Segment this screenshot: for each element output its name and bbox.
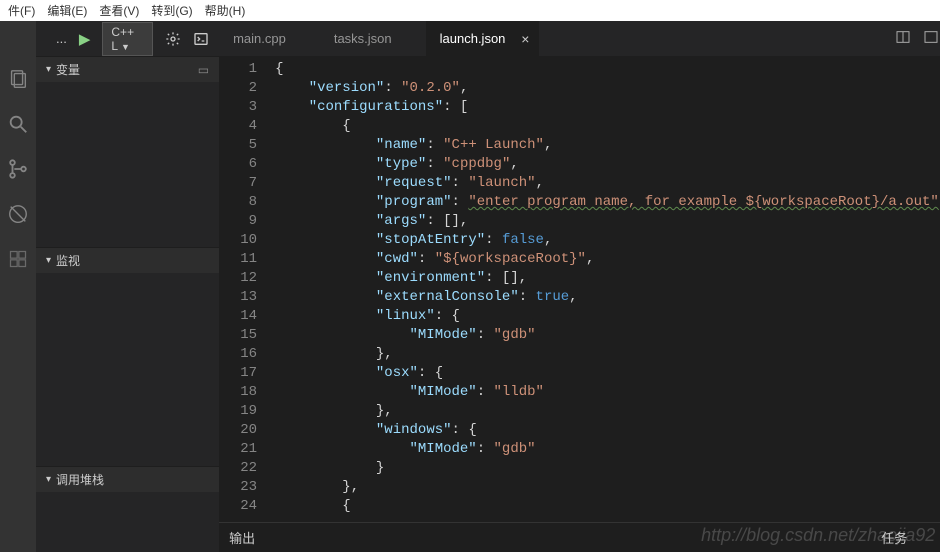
collapse-icon[interactable]: ▭ [198,63,209,77]
menu-go[interactable]: 转到(G) [145,2,198,19]
close-icon[interactable]: × [521,31,529,47]
code-content[interactable]: { "version": "0.2.0", "configurations": … [271,56,940,522]
activity-bar [0,21,36,552]
chevron-down-icon: ▾ [46,64,51,75]
output-tab[interactable]: 输出 [229,528,255,547]
start-debug-icon[interactable]: ▶ [79,30,91,48]
menu-view[interactable]: 查看(V) [93,2,145,19]
chevron-down-icon: ▾ [46,474,51,485]
variables-section-header[interactable]: ▾ 变量 ▭ [36,56,219,82]
search-icon[interactable] [0,101,36,146]
debug-sidebar: ... ▶ C++ L ▼ ▾ 变量 ▭ ▾ 监视 ▾ 调用堆栈 [36,21,219,552]
tab-tasks-json[interactable]: tasks.json [320,21,426,56]
debug-config-select[interactable]: C++ L ▼ [102,22,153,56]
source-control-icon[interactable] [0,146,36,191]
more-actions-icon[interactable] [923,29,939,45]
split-editor-icon[interactable] [895,29,911,45]
task-label[interactable]: 任务 [881,528,907,547]
gear-icon[interactable] [165,31,181,47]
console-icon[interactable] [193,31,209,47]
callstack-section-header[interactable]: ▾ 调用堆栈 [36,466,219,492]
line-gutter: 123456789101112131415161718192021222324 [219,56,271,522]
menu-edit[interactable]: 编辑(E) [41,2,93,19]
tab-launch-json[interactable]: launch.json× [426,21,540,56]
watch-section-header[interactable]: ▾ 监视 [36,247,219,273]
menu-help[interactable]: 帮助(H) [199,2,252,19]
files-icon[interactable] [0,56,36,101]
output-panel-bar[interactable]: 输出 任务 [219,522,940,552]
code-editor[interactable]: 123456789101112131415161718192021222324 … [219,56,940,522]
more-button[interactable]: ... [56,31,67,46]
editor-tabs: main.cpp tasks.json launch.json× [219,21,940,56]
extensions-icon[interactable] [0,236,36,281]
editor-area: main.cpp tasks.json launch.json× 1234567… [219,21,940,552]
debug-icon[interactable] [0,191,36,236]
menu-file[interactable]: 件(F) [2,2,41,19]
tab-main-cpp[interactable]: main.cpp [219,21,320,56]
chevron-down-icon: ▾ [46,255,51,266]
menu-bar: 件(F) 编辑(E) 查看(V) 转到(G) 帮助(H) [0,0,940,21]
